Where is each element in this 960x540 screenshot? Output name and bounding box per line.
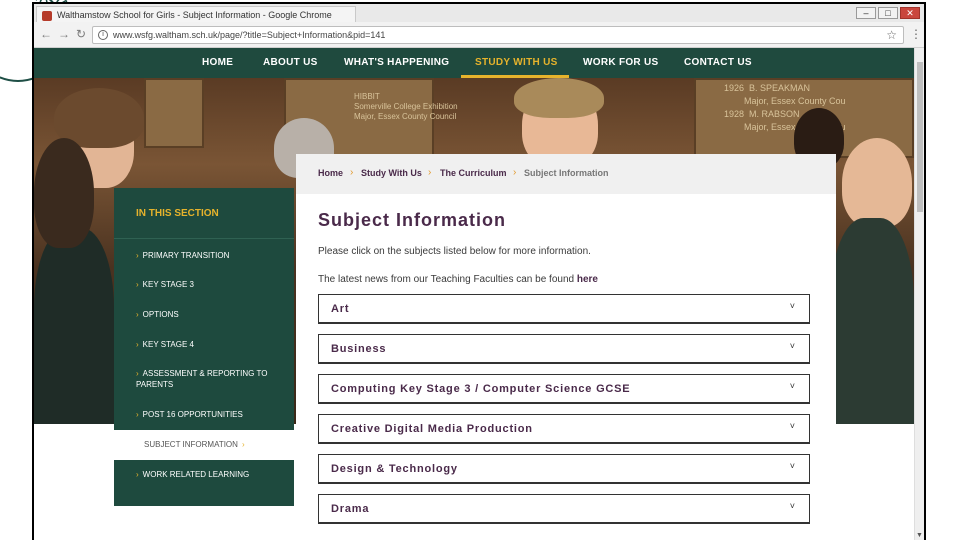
title-bar: Walthamstow School for Girls - Subject I… bbox=[34, 4, 924, 22]
browser-toolbar: ← → ↻ i www.wsfg.waltham.sch.uk/page/?ti… bbox=[34, 22, 924, 48]
sidebar-item-label: WORK RELATED LEARNING bbox=[142, 470, 250, 479]
nav-whats-happening[interactable]: WHAT'S HAPPENING bbox=[344, 48, 449, 78]
nav-study-with-us[interactable]: STUDY WITH US bbox=[475, 48, 558, 78]
chevron-down-icon: ˅ bbox=[789, 341, 795, 351]
sidebar-item-post-16-opportunities[interactable]: › POST 16 OPPORTUNITIES bbox=[136, 409, 286, 420]
site-navigation: HOME ABOUT US WHAT'S HAPPENING STUDY WIT… bbox=[34, 48, 914, 78]
chevron-right-icon: › bbox=[241, 440, 245, 449]
sidebar-item-primary-transition[interactable]: › PRIMARY TRANSITION bbox=[136, 250, 286, 261]
subject-accordion-computing[interactable]: Computing Key Stage 3 / Computer Science… bbox=[318, 374, 810, 404]
screen: WALTHAMSTOW SCHOOL Walthamstow School fo… bbox=[0, 0, 960, 540]
subject-label: Business bbox=[331, 343, 387, 355]
breadcrumb-the-curriculum[interactable]: The Curriculum bbox=[440, 168, 507, 178]
sidebar-heading: IN THIS SECTION bbox=[136, 208, 219, 219]
nav-home[interactable]: HOME bbox=[202, 48, 233, 78]
intro-text: Please click on the subjects listed belo… bbox=[318, 246, 591, 257]
chevron-right-icon: › bbox=[136, 470, 139, 479]
scroll-thumb[interactable] bbox=[917, 62, 923, 212]
page-title: Subject Information bbox=[318, 210, 507, 230]
sidebar-item-work-related-learning[interactable]: › WORK RELATED LEARNING bbox=[136, 469, 286, 480]
subject-accordion-business[interactable]: Business ˅ bbox=[318, 334, 810, 364]
chevron-down-icon: ˅ bbox=[789, 501, 795, 511]
sidebar-divider bbox=[114, 238, 294, 239]
breadcrumb-home[interactable]: Home bbox=[318, 168, 343, 178]
nav-contact-us[interactable]: CONTACT US bbox=[684, 48, 752, 78]
sidebar-item-label: PRIMARY TRANSITION bbox=[142, 251, 230, 260]
browser-tab[interactable]: Walthamstow School for Girls - Subject I… bbox=[36, 6, 356, 22]
bookmark-star-icon[interactable]: ☆ bbox=[886, 28, 897, 42]
subject-label: Computing Key Stage 3 / Computer Science… bbox=[331, 383, 631, 395]
favicon-icon bbox=[42, 11, 52, 21]
news-prefix: The latest news from our Teaching Facult… bbox=[318, 274, 577, 285]
subject-accordion-art[interactable]: Art ˅ bbox=[318, 294, 810, 324]
chevron-right-icon: › bbox=[136, 280, 139, 289]
browser-menu-icon[interactable]: ⋮ bbox=[910, 27, 922, 41]
subject-accordion-creative-digital-media[interactable]: Creative Digital Media Production ˅ bbox=[318, 414, 810, 444]
page-viewport: HIBBIT Somerville College Exhibition Maj… bbox=[34, 48, 924, 540]
minimize-button[interactable]: – bbox=[856, 7, 876, 19]
breadcrumb-separator-icon: › bbox=[513, 167, 517, 178]
subject-label: Drama bbox=[331, 503, 370, 515]
news-link[interactable]: here bbox=[577, 274, 598, 285]
in-this-section-sidebar: IN THIS SECTION › PRIMARY TRANSITION › KEY… bbox=[114, 188, 294, 506]
browser-window: Walthamstow School for Girls - Subject I… bbox=[32, 2, 926, 540]
subject-label: Art bbox=[331, 303, 350, 315]
sidebar-item-assessment-reporting[interactable]: › ASSESSMENT & REPORTING TO PARENTS bbox=[136, 368, 286, 390]
subject-accordion-design-technology[interactable]: Design & Technology ˅ bbox=[318, 454, 810, 484]
news-line: The latest news from our Teaching Facult… bbox=[318, 274, 598, 285]
chevron-down-icon: ˅ bbox=[789, 381, 795, 391]
sidebar-item-options[interactable]: › OPTIONS bbox=[136, 309, 286, 320]
nav-about-us[interactable]: ABOUT US bbox=[263, 48, 318, 78]
chevron-down-icon: ˅ bbox=[789, 301, 795, 311]
chevron-down-icon: ˅ bbox=[789, 461, 795, 471]
chevron-down-icon: ˅ bbox=[789, 421, 795, 431]
info-icon[interactable]: i bbox=[98, 30, 108, 40]
nav-active-underline bbox=[461, 75, 569, 78]
scroll-down-icon[interactable]: ▼ bbox=[916, 532, 923, 539]
sidebar-item-label: ASSESSMENT & REPORTING TO PARENTS bbox=[136, 369, 268, 389]
chevron-right-icon: › bbox=[136, 310, 139, 319]
sidebar-item-label: POST 16 OPPORTUNITIES bbox=[142, 410, 243, 419]
sidebar-item-subject-information[interactable]: SUBJECT INFORMATION › bbox=[144, 439, 294, 450]
hero-plaque-left: HIBBIT Somerville College Exhibition Maj… bbox=[354, 92, 458, 121]
subject-label: Creative Digital Media Production bbox=[331, 423, 533, 435]
subject-accordion-drama[interactable]: Drama ˅ bbox=[318, 494, 810, 524]
vertical-scrollbar[interactable]: ▼ bbox=[914, 48, 924, 540]
nav-work-for-us[interactable]: WORK FOR US bbox=[583, 48, 659, 78]
chevron-right-icon: › bbox=[136, 251, 139, 260]
sidebar-item-label: OPTIONS bbox=[142, 310, 179, 319]
chevron-right-icon: › bbox=[136, 340, 139, 349]
back-icon[interactable]: ← bbox=[40, 27, 52, 41]
content-card: Home › Study With Us › The Curriculum › … bbox=[296, 154, 836, 540]
breadcrumb-separator-icon: › bbox=[350, 167, 354, 178]
subject-label: Design & Technology bbox=[331, 463, 458, 475]
sidebar-item-label: KEY STAGE 3 bbox=[142, 280, 194, 289]
window-title: Walthamstow School for Girls - Subject I… bbox=[57, 10, 332, 20]
forward-icon[interactable]: → bbox=[58, 27, 70, 41]
close-button[interactable]: ✕ bbox=[900, 7, 920, 19]
breadcrumb: Home › Study With Us › The Curriculum › … bbox=[296, 154, 836, 194]
sidebar-item-key-stage-3[interactable]: › KEY STAGE 3 bbox=[136, 279, 286, 290]
sidebar-item-label: KEY STAGE 4 bbox=[142, 340, 194, 349]
breadcrumb-separator-icon: › bbox=[428, 167, 432, 178]
url-text[interactable]: www.wsfg.waltham.sch.uk/page/?title=Subj… bbox=[113, 30, 385, 40]
maximize-button[interactable]: □ bbox=[878, 7, 898, 19]
chevron-right-icon: › bbox=[136, 410, 139, 419]
sidebar-item-key-stage-4[interactable]: › KEY STAGE 4 bbox=[136, 339, 286, 350]
sidebar-item-label: SUBJECT INFORMATION bbox=[144, 440, 238, 449]
chevron-right-icon: › bbox=[136, 369, 139, 378]
reload-icon[interactable]: ↻ bbox=[76, 27, 86, 41]
address-bar[interactable]: i www.wsfg.waltham.sch.uk/page/?title=Su… bbox=[92, 26, 904, 44]
breadcrumb-study-with-us[interactable]: Study With Us bbox=[361, 168, 422, 178]
breadcrumb-current: Subject Information bbox=[524, 168, 609, 178]
